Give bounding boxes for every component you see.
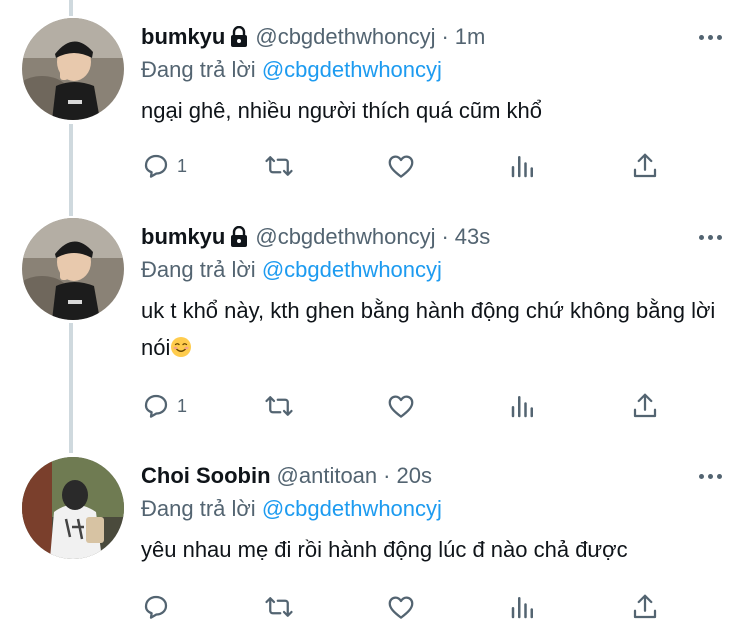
- tweet-actions: 1: [141, 389, 681, 423]
- retweet-icon: [265, 396, 293, 416]
- analytics-button[interactable]: [508, 149, 538, 183]
- mention-link[interactable]: @cbgdethwhoncyj: [262, 496, 442, 521]
- tweet-header: Choi Soobin @antitoan · 20s: [141, 461, 432, 491]
- tweet-text: ngại ghê, nhiều người thích quá cũm khổ: [141, 92, 731, 129]
- reply-icon: [144, 154, 168, 178]
- reply-icon: [144, 595, 168, 619]
- tweet[interactable]: Choi Soobin @antitoan · 20s Đang trả lời…: [0, 440, 750, 638]
- tweet-text: uk t khổ này, kth ghen bằng hành động ch…: [141, 292, 731, 366]
- like-button[interactable]: [386, 149, 416, 183]
- reply-icon: [144, 394, 168, 418]
- retweet-button[interactable]: [264, 590, 294, 624]
- analytics-icon: [511, 597, 533, 619]
- analytics-icon: [511, 396, 533, 418]
- handle[interactable]: @antitoan: [277, 463, 378, 489]
- tweet-body: ngại ghê, nhiều người thích quá cũm khổ: [141, 98, 542, 123]
- reply-count: 1: [177, 155, 188, 176]
- tweet-header: bumkyu @cbgdethwhoncyj · 1m: [141, 22, 485, 52]
- timestamp[interactable]: 20s: [396, 463, 431, 489]
- replying-to-label: Đang trả lời: [141, 496, 262, 521]
- handle[interactable]: @cbgdethwhoncyj: [255, 224, 435, 250]
- like-icon: [388, 395, 414, 418]
- like-icon: [388, 155, 414, 178]
- reply-count: 1: [177, 395, 188, 416]
- smiling-face-emoji-icon: [171, 337, 192, 357]
- timestamp[interactable]: 43s: [455, 224, 490, 250]
- tweet-header: bumkyu @cbgdethwhoncyj · 43s: [141, 222, 490, 252]
- analytics-button[interactable]: [508, 389, 538, 423]
- display-name[interactable]: bumkyu: [141, 224, 225, 250]
- like-button[interactable]: [386, 389, 416, 423]
- more-icon[interactable]: [699, 22, 722, 52]
- mention-link[interactable]: @cbgdethwhoncyj: [262, 57, 442, 82]
- avatar[interactable]: [22, 218, 124, 320]
- share-icon: [633, 393, 657, 418]
- display-name[interactable]: bumkyu: [141, 24, 225, 50]
- analytics-icon: [511, 156, 533, 178]
- like-icon: [388, 596, 414, 619]
- separator: ·: [383, 463, 391, 488]
- share-button[interactable]: [630, 389, 660, 423]
- retweet-icon: [265, 597, 293, 617]
- reply-button[interactable]: 1: [141, 149, 187, 183]
- replying-to-label: Đang trả lời: [141, 257, 262, 282]
- tweet-actions: 1: [141, 149, 681, 183]
- mention-link[interactable]: @cbgdethwhoncyj: [262, 257, 442, 282]
- tweet[interactable]: bumkyu @cbgdethwhoncyj · 43s Đang trả lờ…: [0, 200, 750, 440]
- separator: ·: [441, 224, 449, 249]
- separator: ·: [441, 24, 449, 49]
- more-icon[interactable]: [699, 222, 722, 252]
- replying-to: Đang trả lời @cbgdethwhoncyj: [141, 257, 442, 283]
- tweet-body: yêu nhau mẹ đi rồi hành động lúc đ nào c…: [141, 537, 628, 562]
- replying-to: Đang trả lời @cbgdethwhoncyj: [141, 496, 442, 522]
- share-button[interactable]: [630, 149, 660, 183]
- lock-icon: [231, 26, 248, 47]
- replying-to: Đang trả lời @cbgdethwhoncyj: [141, 57, 442, 83]
- retweet-button[interactable]: [264, 389, 294, 423]
- like-button[interactable]: [386, 590, 416, 624]
- display-name[interactable]: Choi Soobin: [141, 463, 271, 489]
- lock-icon: [231, 226, 248, 247]
- timestamp[interactable]: 1m: [455, 24, 486, 50]
- avatar[interactable]: [22, 457, 124, 559]
- more-icon[interactable]: [699, 461, 722, 491]
- retweet-icon: [265, 156, 293, 176]
- share-icon: [633, 594, 657, 619]
- tweet-actions: [141, 590, 681, 624]
- tweet[interactable]: bumkyu @cbgdethwhoncyj · 1m Đang trả lời…: [0, 0, 750, 200]
- tweet-text: yêu nhau mẹ đi rồi hành động lúc đ nào c…: [141, 531, 731, 568]
- retweet-button[interactable]: [264, 149, 294, 183]
- replying-to-label: Đang trả lời: [141, 57, 262, 82]
- avatar[interactable]: [22, 18, 124, 120]
- share-icon: [633, 153, 657, 178]
- reply-button[interactable]: 1: [141, 389, 187, 423]
- analytics-button[interactable]: [508, 590, 538, 624]
- handle[interactable]: @cbgdethwhoncyj: [255, 24, 435, 50]
- tweet-body: uk t khổ này, kth ghen bằng hành động ch…: [141, 298, 716, 360]
- reply-button[interactable]: [141, 590, 177, 624]
- share-button[interactable]: [630, 590, 660, 624]
